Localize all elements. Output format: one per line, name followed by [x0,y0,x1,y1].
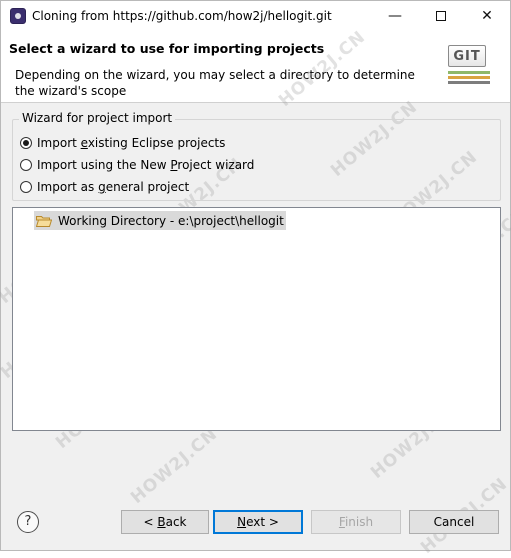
wizard-import-group: Wizard for project import Import existin… [12,111,501,201]
help-icon: ? [24,514,32,529]
maximize-icon [436,11,446,21]
wizard-description: Depending on the wizard, you may select … [15,68,415,98]
radio-button[interactable] [20,181,32,193]
radio-import-existing[interactable]: Import existing Eclipse projects [20,134,225,152]
wizard-group-label: Wizard for project import [19,111,176,125]
wizard-header: Select a wizard to use for importing pro… [1,31,510,103]
radio-new-project-wizard[interactable]: Import using the New Project wizard [20,156,254,174]
git-logo-bars [448,69,490,85]
radio-label: Import existing Eclipse projects [37,136,226,150]
git-logo-icon: GIT [444,41,494,89]
radio-button-checked[interactable] [20,137,32,149]
eclipse-app-icon [10,8,26,24]
folder-open-icon [36,215,52,227]
close-button[interactable]: ✕ [464,1,510,31]
tree-item-label: Working Directory - e:\project\hellogit [58,213,284,228]
help-button[interactable]: ? [17,511,39,533]
window-title: Cloning from https://github.com/how2j/he… [32,9,332,23]
radio-label: Import using the New Project wizard [37,158,255,172]
git-logo-text: GIT [448,45,486,67]
radio-label: Import as general project [37,180,190,194]
close-icon: ✕ [481,8,493,24]
cancel-button[interactable]: Cancel [409,510,499,534]
import-projects-dialog: Cloning from https://github.com/how2j/he… [0,0,511,558]
title-bar[interactable]: Cloning from https://github.com/how2j/he… [1,1,510,31]
back-button[interactable]: < Back [121,510,209,534]
maximize-button[interactable] [418,1,464,31]
minimize-button[interactable]: — [372,1,418,31]
minimize-icon: — [388,8,402,24]
radio-button[interactable] [20,159,32,171]
next-button[interactable]: Next > [213,510,303,534]
wizard-title: Select a wizard to use for importing pro… [9,41,325,56]
button-bar: ? < Back Next > Finish Cancel [1,491,510,551]
finish-button[interactable]: Finish [311,510,401,534]
tree-item-working-directory[interactable]: Working Directory - e:\project\hellogit [34,211,286,230]
working-directory-tree[interactable]: Working Directory - e:\project\hellogit [12,207,501,431]
radio-general-project[interactable]: Import as general project [20,178,189,196]
